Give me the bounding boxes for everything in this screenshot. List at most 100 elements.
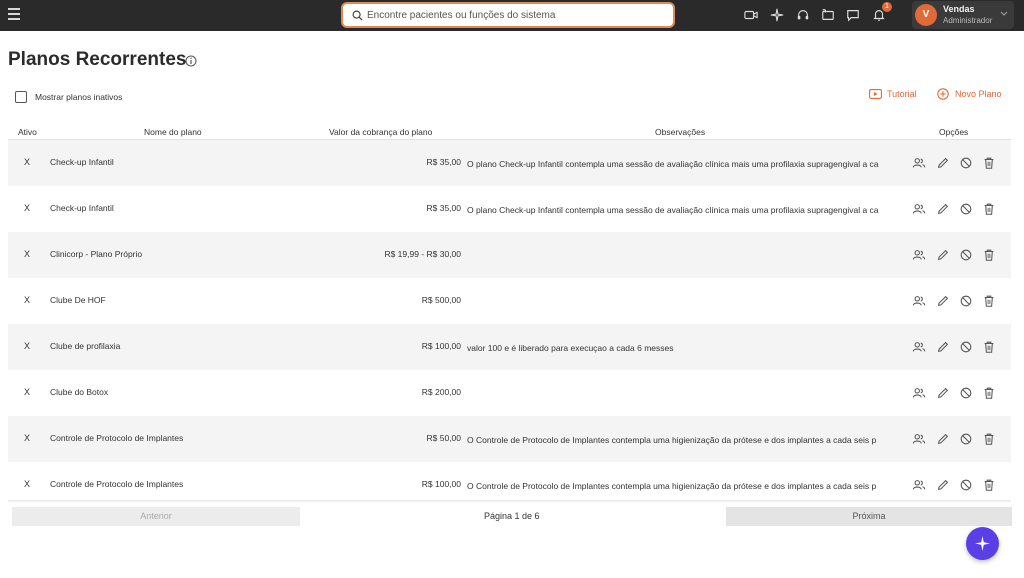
cell-ativo: X — [24, 341, 31, 351]
table-row[interactable]: X Clube do Botox R$ 200,00 — [8, 370, 1011, 416]
search-box[interactable] — [341, 2, 675, 28]
cell-nome: Clinicorp - Plano Próprio — [50, 249, 143, 259]
users-icon[interactable] — [912, 156, 926, 170]
cell-nome: Controle de Protocolo de Implantes — [50, 479, 184, 489]
cell-ativo: X — [24, 157, 31, 167]
block-icon[interactable] — [959, 156, 973, 170]
cell-observacoes: O plano Check-up Infantil contempla uma … — [467, 205, 879, 215]
block-icon[interactable] — [959, 294, 973, 308]
previous-page-button[interactable]: Anterior — [12, 507, 300, 526]
user-role: Administrador — [943, 16, 993, 25]
sparkle-icon[interactable] — [770, 8, 784, 22]
cell-observacoes: O Controle de Protocolo de Implantes con… — [467, 435, 877, 445]
info-icon[interactable] — [185, 55, 197, 67]
table-row[interactable]: X Clinicorp - Plano Próprio R$ 19,99 - R… — [8, 232, 1011, 278]
user-menu[interactable]: V Vendas Administrador — [912, 1, 1014, 29]
users-icon[interactable] — [912, 248, 926, 262]
notification-badge: 1 — [882, 2, 892, 12]
table-row[interactable]: X Check-up Infantil R$ 35,00 O plano Che… — [8, 186, 1011, 232]
cell-ativo: X — [24, 433, 31, 443]
headset-icon[interactable] — [796, 8, 810, 22]
table-row[interactable]: X Clube de profilaxia R$ 100,00 valor 10… — [8, 324, 1011, 370]
cell-valor: R$ 50,00 — [426, 433, 462, 443]
pencil-icon[interactable] — [936, 340, 950, 354]
block-icon[interactable] — [959, 202, 973, 216]
next-page-button[interactable]: Próxima — [726, 507, 1012, 526]
trash-icon[interactable] — [982, 294, 996, 308]
cell-nome: Clube do Botox — [50, 387, 109, 397]
cell-ativo: X — [24, 295, 31, 305]
cell-valor: R$ 100,00 — [421, 479, 461, 489]
header-valor[interactable]: Valor da cobrança do plano — [329, 127, 432, 137]
search-input[interactable] — [367, 7, 667, 24]
cell-nome: Clube De HOF — [50, 295, 106, 305]
trash-icon[interactable] — [982, 248, 996, 262]
assistant-fab-button[interactable] — [966, 527, 999, 560]
table-body: X Check-up Infantil R$ 35,00 O plano Che… — [8, 140, 1011, 500]
users-icon[interactable] — [912, 294, 926, 308]
table-header: Ativo Nome do plano Valor da cobrança do… — [8, 123, 1011, 140]
avatar: V — [915, 4, 937, 26]
chevron-down-icon — [1000, 11, 1008, 16]
cell-valor: R$ 35,00 — [426, 203, 462, 213]
announcement-icon[interactable] — [821, 8, 835, 22]
users-icon[interactable] — [912, 386, 926, 400]
cell-valor: R$ 200,00 — [421, 387, 461, 397]
menu-icon[interactable] — [8, 8, 20, 22]
cell-nome: Check-up Infantil — [50, 203, 114, 213]
header-observacoes[interactable]: Observações — [655, 127, 705, 137]
trash-icon[interactable] — [982, 202, 996, 216]
table-row[interactable]: X Controle de Protocolo de Implantes R$ … — [8, 462, 1011, 500]
trash-icon[interactable] — [982, 478, 996, 492]
cell-ativo: X — [24, 387, 31, 397]
pencil-icon[interactable] — [936, 294, 950, 308]
pagination: Anterior Página 1 de 6 Próxima — [8, 506, 1012, 527]
chat-icon[interactable] — [846, 8, 860, 22]
show-inactive-label: Mostrar planos inativos — [35, 92, 123, 102]
block-icon[interactable] — [959, 340, 973, 354]
pencil-icon[interactable] — [936, 156, 950, 170]
trash-icon[interactable] — [982, 156, 996, 170]
block-icon[interactable] — [959, 478, 973, 492]
block-icon[interactable] — [959, 432, 973, 446]
pencil-icon[interactable] — [936, 202, 950, 216]
trash-icon[interactable] — [982, 386, 996, 400]
block-icon[interactable] — [959, 248, 973, 262]
header-opcoes: Opções — [939, 127, 969, 137]
show-inactive-checkbox[interactable] — [15, 91, 27, 103]
table-row[interactable]: X Controle de Protocolo de Implantes R$ … — [8, 416, 1011, 462]
pencil-icon[interactable] — [936, 478, 950, 492]
cell-valor: R$ 35,00 — [426, 157, 462, 167]
page-title: Planos Recorrentes — [8, 49, 187, 70]
cell-ativo: X — [24, 479, 31, 489]
cell-valor: R$ 100,00 — [421, 341, 461, 351]
cell-valor: R$ 500,00 — [421, 295, 461, 305]
search-icon — [352, 10, 363, 21]
trash-icon[interactable] — [982, 340, 996, 354]
top-bar: 1 V Vendas Administrador — [0, 0, 1024, 31]
users-icon[interactable] — [912, 478, 926, 492]
video-icon[interactable] — [744, 8, 758, 22]
table-row[interactable]: X Clube De HOF R$ 500,00 — [8, 278, 1011, 324]
user-name: Vendas — [943, 4, 975, 14]
tutorial-label: Tutorial — [887, 89, 917, 99]
trash-icon[interactable] — [982, 432, 996, 446]
header-ativo[interactable]: Ativo — [18, 127, 37, 137]
block-icon[interactable] — [959, 386, 973, 400]
cell-nome: Controle de Protocolo de Implantes — [50, 433, 184, 443]
users-icon[interactable] — [912, 432, 926, 446]
table-row[interactable]: X Check-up Infantil R$ 35,00 O plano Che… — [8, 140, 1011, 186]
table-divider — [8, 500, 1011, 503]
cell-ativo: X — [24, 203, 31, 213]
pencil-icon[interactable] — [936, 386, 950, 400]
users-icon[interactable] — [912, 340, 926, 354]
cell-observacoes: valor 100 e é liberado para execuçao a c… — [467, 343, 674, 353]
cell-nome: Check-up Infantil — [50, 157, 114, 167]
cell-nome: Clube de profilaxia — [50, 341, 121, 351]
users-icon[interactable] — [912, 202, 926, 216]
pencil-icon[interactable] — [936, 432, 950, 446]
cell-valor: R$ 19,99 - R$ 30,00 — [384, 249, 461, 259]
cell-observacoes: O Controle de Protocolo de Implantes con… — [467, 481, 877, 491]
header-nome[interactable]: Nome do plano — [144, 127, 202, 137]
pencil-icon[interactable] — [936, 248, 950, 262]
